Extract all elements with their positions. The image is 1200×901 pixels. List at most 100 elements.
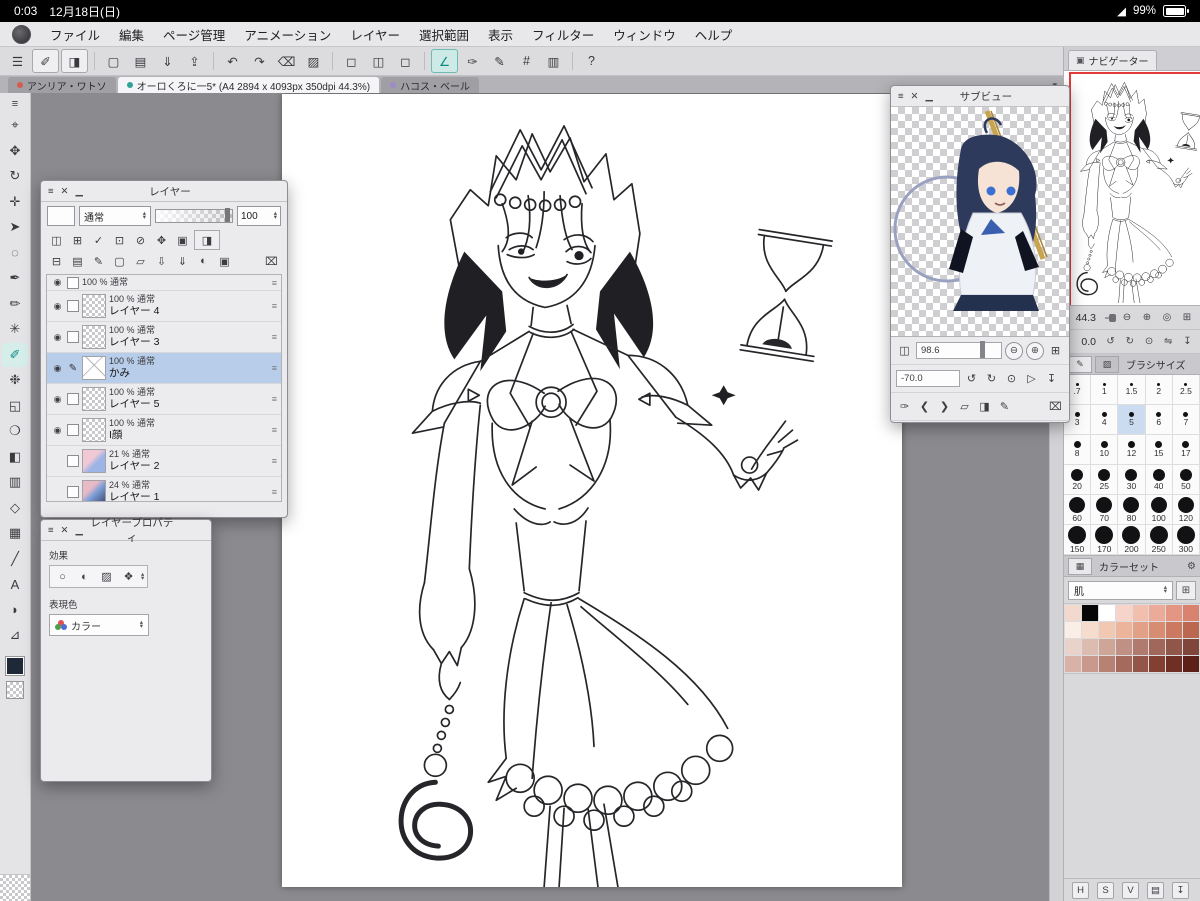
color-swatch[interactable] xyxy=(1183,639,1199,655)
layer-checkbox[interactable] xyxy=(67,300,79,312)
brush-size-option-selected[interactable]: 5 xyxy=(1118,405,1145,435)
layer-checkbox[interactable] xyxy=(67,455,79,467)
color-swatch[interactable] xyxy=(1065,656,1081,672)
menu-file[interactable]: ファイル xyxy=(50,25,100,44)
color-swatch[interactable] xyxy=(1133,656,1149,672)
brush-size-option[interactable]: 25 xyxy=(1091,465,1118,495)
opacity-slider[interactable] xyxy=(155,209,233,223)
brush-size-option[interactable]: 2.5 xyxy=(1173,375,1200,405)
brush-size-option[interactable]: 4 xyxy=(1091,405,1118,435)
brush-size-option[interactable]: 8 xyxy=(1064,435,1091,465)
layer-mask-button[interactable]: ◐ xyxy=(194,252,213,270)
select-rect-button[interactable]: ◻ xyxy=(339,50,364,72)
redo-button[interactable]: ↷ xyxy=(247,50,272,72)
brush-size-option[interactable]: 17 xyxy=(1173,435,1200,465)
color-set-settings-icon[interactable]: ⚙ xyxy=(1187,561,1196,572)
link-move-button[interactable]: ✥ xyxy=(152,231,171,249)
subview-titlebar[interactable]: ≡ ✕ ▁ サブビュー xyxy=(891,86,1069,107)
airbrush-tool[interactable]: ✳ xyxy=(2,317,28,342)
pen-tool[interactable]: ✒ xyxy=(2,266,28,291)
brush-size-option[interactable]: 50 xyxy=(1173,465,1200,495)
window-menu-icon[interactable]: ≡ xyxy=(48,525,54,536)
layer-row[interactable]: ◉ 100 % 通常 I顔 ≡ xyxy=(47,415,281,446)
window-menu-icon[interactable]: ≡ xyxy=(48,186,54,197)
minimize-icon[interactable]: ▁ xyxy=(76,525,83,536)
zoom-tool[interactable]: ⌖ xyxy=(2,113,28,138)
color-swatch[interactable] xyxy=(1099,639,1115,655)
delete-button[interactable]: ⌧ xyxy=(1047,400,1064,413)
layer-checkbox[interactable] xyxy=(67,486,79,498)
brush-size-option[interactable]: 250 xyxy=(1146,525,1173,555)
color-swatch[interactable] xyxy=(1166,639,1182,655)
drag-handle-icon[interactable]: ≡ xyxy=(272,487,277,497)
menu-edit[interactable]: 編集 xyxy=(119,25,144,44)
select-extra-button[interactable]: ◫ xyxy=(366,50,391,72)
zoom-value[interactable]: 44.3 xyxy=(1068,312,1096,324)
brush-size-option[interactable]: 1.5 xyxy=(1118,375,1145,405)
menu-page-manage[interactable]: ページ管理 xyxy=(163,25,225,44)
halftone-effect-button[interactable]: ▨ xyxy=(97,568,116,585)
menu-filter[interactable]: フィルター xyxy=(532,25,594,44)
material-button[interactable]: ▥ xyxy=(541,50,566,72)
new-layer-button[interactable]: ▢ xyxy=(110,252,129,270)
navigator-preview[interactable] xyxy=(1064,71,1200,306)
clear-button[interactable]: ⌫ xyxy=(274,50,299,72)
save-button[interactable]: ⇓ xyxy=(155,50,180,72)
brush-size-option[interactable]: 170 xyxy=(1091,525,1118,555)
foreground-color-chip[interactable] xyxy=(6,657,24,675)
rotate-canvas-tool[interactable]: ↻ xyxy=(2,164,28,189)
drag-handle-icon[interactable]: ≡ xyxy=(272,363,277,373)
color-swatch[interactable] xyxy=(1133,622,1149,638)
expression-color-select[interactable]: カラー ▴▾ xyxy=(49,614,149,636)
color-swatch[interactable] xyxy=(1149,605,1165,621)
layer-row[interactable]: ◉ 100 % 通常 レイヤー 4 ≡ xyxy=(47,291,281,322)
subview-window[interactable]: ≡ ✕ ▁ サブビュー ◫ 98.6 ⊖ ⊕ ⊞ -70.0 xyxy=(890,85,1070,423)
drag-handle-icon[interactable]: ≡ xyxy=(272,278,277,288)
visibility-eye-icon[interactable]: ◉ xyxy=(51,394,64,405)
drag-handle-icon[interactable]: ≡ xyxy=(272,425,277,435)
clip-mask-button[interactable]: ◫ xyxy=(47,231,66,249)
apply-mask-button[interactable]: ▣ xyxy=(215,252,234,270)
open-folder-button[interactable]: ▱ xyxy=(956,400,973,413)
merge-layer-button[interactable]: ⇓ xyxy=(173,252,192,270)
color-swatch[interactable] xyxy=(1133,605,1149,621)
lock-transparent-button[interactable]: ⊘ xyxy=(131,231,150,249)
eraser-tool[interactable]: ◱ xyxy=(2,394,28,419)
color-swatch[interactable] xyxy=(1149,639,1165,655)
drag-handle-icon[interactable]: ≡ xyxy=(272,456,277,466)
brush-size-option[interactable]: 40 xyxy=(1146,465,1173,495)
palette-color-button[interactable]: ◨ xyxy=(194,230,220,250)
close-icon[interactable]: ✕ xyxy=(61,525,69,536)
layer-property-titlebar[interactable]: ≡ ✕ ▁ レイヤープロパティ xyxy=(41,520,211,541)
brush-shape-tab[interactable]: ▨ xyxy=(1095,356,1119,373)
rotate-left-button[interactable]: ↺ xyxy=(1102,334,1119,350)
brush-size-option[interactable]: 200 xyxy=(1118,525,1145,555)
layer-row[interactable]: ◉ 100 % 通常 レイヤー 5 ≡ xyxy=(47,384,281,415)
selection-tool[interactable]: ◌ xyxy=(2,241,28,266)
layer-palette-titlebar[interactable]: ≡ ✕ ▁ レイヤー xyxy=(41,181,287,202)
rotate-left-button[interactable]: ↺ xyxy=(963,372,980,385)
subview-zoom-slider[interactable]: 98.6 xyxy=(916,342,1002,359)
color-swatch[interactable] xyxy=(1099,605,1115,621)
draft-layer-button[interactable]: ✓ xyxy=(89,231,108,249)
layer-checkbox[interactable] xyxy=(67,393,79,405)
line-correct-tool[interactable]: ╱ xyxy=(2,547,28,572)
brush-size-option[interactable]: 6 xyxy=(1146,405,1173,435)
figure-tool[interactable]: ◇ xyxy=(2,496,28,521)
color-set-tab[interactable]: ▦ xyxy=(1068,558,1092,575)
layer-row[interactable]: 24 % 通常 レイヤー 1 ≡ xyxy=(47,477,281,502)
download-button[interactable]: ↧ xyxy=(1172,882,1189,899)
brush-size-option[interactable]: 70 xyxy=(1091,495,1118,525)
gradient-tool[interactable]: ▥ xyxy=(2,470,28,495)
transfer-layer-button[interactable]: ⇩ xyxy=(152,252,171,270)
layer-list-mode-button[interactable]: ⊟ xyxy=(47,252,66,270)
close-icon[interactable]: ✕ xyxy=(911,91,919,102)
brush-size-option[interactable]: 10 xyxy=(1091,435,1118,465)
menu-layer[interactable]: レイヤー xyxy=(350,25,400,44)
frame-border-tool[interactable]: ▦ xyxy=(2,521,28,546)
color-swatch[interactable] xyxy=(1116,605,1132,621)
color-swatch[interactable] xyxy=(1082,605,1098,621)
layer-checkbox[interactable] xyxy=(67,331,79,343)
zoom-out-button[interactable]: ⊖ xyxy=(1005,342,1023,360)
layer-palette-window[interactable]: ≡ ✕ ▁ レイヤー 通常 ▴▾ 100 ▴▾ ◫ ⊞ ✓ ⊡ ⊘ ✥ ▣ ◨ … xyxy=(40,180,288,518)
